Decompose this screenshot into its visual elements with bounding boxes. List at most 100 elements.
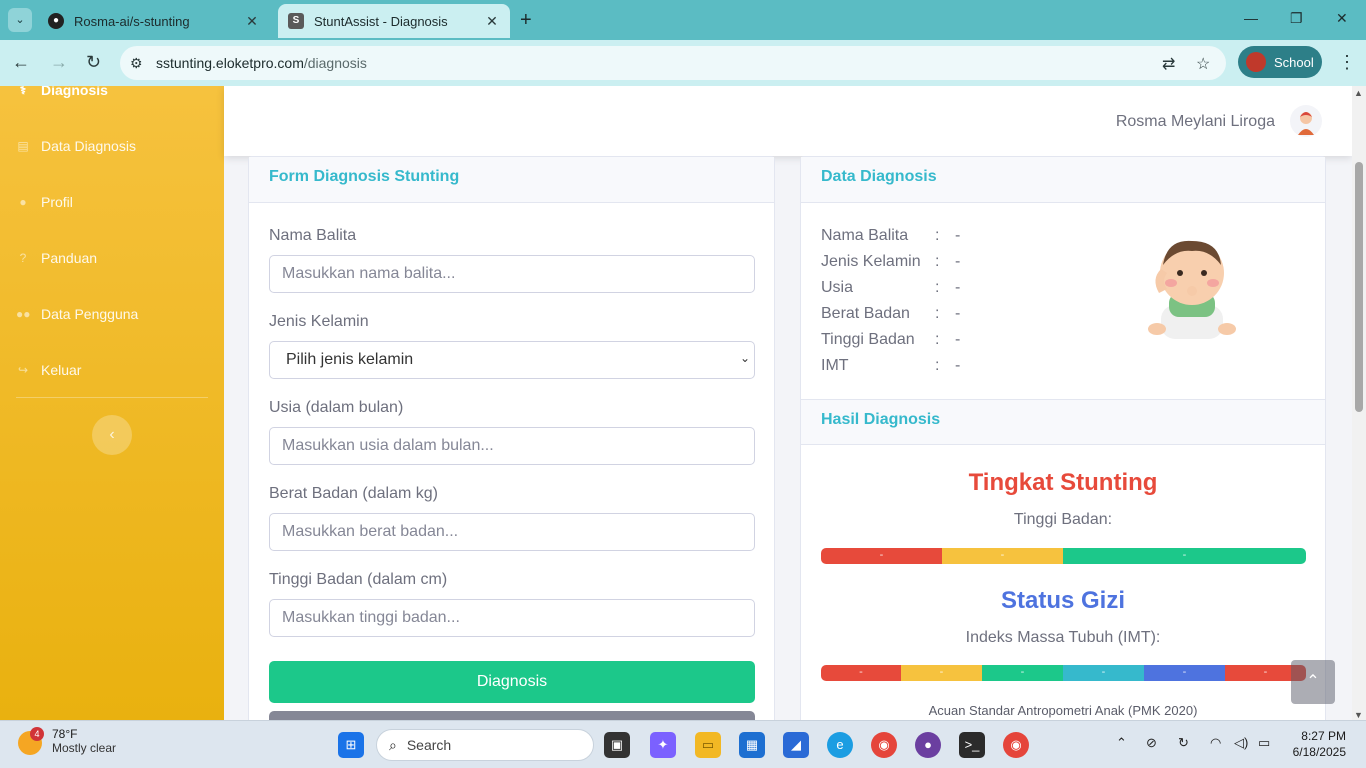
back-arrow-icon[interactable]: ← xyxy=(12,52,30,73)
topbar: Rosma Meylani Liroga xyxy=(224,86,1352,156)
field-label: Jenis Kelamin xyxy=(269,313,369,330)
task-view-icon[interactable]: ▣ xyxy=(604,732,630,758)
imt-result-label: Indeks Massa Tubuh (IMT): xyxy=(965,629,1161,646)
restore-icon[interactable]: ❐ xyxy=(1290,10,1303,27)
scroll-to-top-chevron-up-icon[interactable]: ⌃ xyxy=(1291,660,1335,704)
taskbar-search[interactable]: ⌕ Search xyxy=(376,729,594,761)
form-card-title: Form Diagnosis Stunting xyxy=(249,157,774,203)
sidebar-item-panduan[interactable]: ? Panduan xyxy=(16,246,97,270)
scroll-down-arrow-icon[interactable]: ▼ xyxy=(1354,710,1363,720)
sidebar: ⚕ Diagnosis ▤ Data Diagnosis ● Profil ? … xyxy=(0,86,224,720)
page-scrollbar[interactable]: ▲ ▼ xyxy=(1352,86,1366,720)
system-clock[interactable]: 8:27 PM 6/18/2025 xyxy=(1293,728,1346,760)
sidebar-item-data-pengguna[interactable]: ●● Data Pengguna xyxy=(16,302,138,326)
volume-icon[interactable]: ◁) xyxy=(1234,735,1248,751)
url-field[interactable]: ⚙ sstunting.eloketpro.com/diagnosis ⇄ ☆ xyxy=(120,46,1226,80)
info-sep: : xyxy=(935,227,940,244)
info-value: - xyxy=(955,253,961,270)
browser-tab-github[interactable]: ● Rosma-ai/s-stunting ✕ xyxy=(38,4,270,38)
browser-menu-icon[interactable]: ⋮ xyxy=(1338,52,1356,73)
user-avatar[interactable] xyxy=(1290,105,1322,137)
copilot-icon[interactable]: ✦ xyxy=(650,732,676,758)
windows-start-icon[interactable]: ⊞ xyxy=(338,732,364,758)
github-desktop-icon[interactable]: ● xyxy=(915,732,941,758)
forward-arrow-icon[interactable]: → xyxy=(50,52,68,73)
page-viewport: ⚕ Diagnosis ▤ Data Diagnosis ● Profil ? … xyxy=(0,86,1366,720)
sidebar-toggle-chevron-left-icon[interactable]: ‹ xyxy=(92,415,132,455)
user-name[interactable]: Rosma Meylani Liroga xyxy=(1116,113,1275,131)
site-info-icon[interactable]: ⚙ xyxy=(130,55,143,72)
sidebar-item-keluar[interactable]: ↪ Keluar xyxy=(16,358,82,382)
weather-moon-icon: 4 xyxy=(18,727,44,755)
gizi-bar-segment: - xyxy=(901,665,982,681)
sidebar-item-diagnosis[interactable]: ⚕ Diagnosis xyxy=(16,86,108,102)
github-icon: ● xyxy=(48,13,64,29)
question-icon: ? xyxy=(19,251,27,265)
stunting-bar-segment: - xyxy=(821,548,942,564)
file-explorer-icon[interactable]: ▭ xyxy=(695,732,721,758)
reload-icon[interactable]: ↻ xyxy=(86,52,101,73)
chevron-down-icon: ⌄ xyxy=(739,351,750,365)
weather-desc: Mostly clear xyxy=(52,741,117,755)
tingkat-stunting-title: Tingkat Stunting xyxy=(968,469,1158,496)
close-tab-icon[interactable]: ✕ xyxy=(484,13,500,30)
info-row: Tinggi Badan: - xyxy=(821,331,960,349)
sync-icon[interactable]: ↻ xyxy=(1178,735,1189,751)
sidebar-item-label: Diagnosis xyxy=(41,86,108,98)
sidebar-item-label: Profil xyxy=(41,194,73,210)
edge-browser-icon[interactable]: e xyxy=(827,732,853,758)
info-row: Jenis Kelamin: - xyxy=(821,253,960,271)
url-path: /diagnosis xyxy=(303,55,367,71)
minimize-icon[interactable]: — xyxy=(1244,10,1258,26)
info-key: Berat Badan xyxy=(821,305,910,322)
tab-title: Rosma-ai/s-stunting xyxy=(74,13,190,29)
tab-title: StuntAssist - Diagnosis xyxy=(314,13,448,29)
reset-button[interactable] xyxy=(269,711,755,720)
sidebar-item-profil[interactable]: ● Profil xyxy=(16,190,73,214)
scroll-up-arrow-icon[interactable]: ▲ xyxy=(1354,88,1363,98)
berat-badan-input[interactable]: Masukkan berat badan... xyxy=(269,513,755,551)
battery-icon[interactable]: ▭ xyxy=(1258,735,1270,751)
stunting-bar-segment: - xyxy=(1063,548,1306,564)
stunting-progress-bar: - - - xyxy=(821,548,1306,564)
diagnosis-button[interactable]: Diagnosis xyxy=(269,661,755,703)
translate-icon[interactable]: ⇄ xyxy=(1162,54,1175,74)
info-value: - xyxy=(955,305,961,322)
chrome-browser-icon[interactable]: ◉ xyxy=(871,732,897,758)
jenis-kelamin-select[interactable]: Pilih jenis kelamin ⌄ xyxy=(269,341,755,379)
network-status-icon[interactable]: ⊘ xyxy=(1146,735,1157,751)
bookmark-star-icon[interactable]: ☆ xyxy=(1196,54,1210,74)
chrome-profile-icon[interactable]: ◉ xyxy=(1003,732,1029,758)
close-window-icon[interactable]: ✕ xyxy=(1336,10,1348,27)
gizi-bar-segment: - xyxy=(982,665,1063,681)
baby-illustration xyxy=(1148,240,1236,347)
sidebar-item-data-diagnosis[interactable]: ▤ Data Diagnosis xyxy=(16,134,136,158)
notification-badge: 4 xyxy=(30,727,44,741)
tab-search-chevron-icon[interactable]: ⌄ xyxy=(8,8,32,32)
tray-chevron-up-icon[interactable]: ⌃ xyxy=(1116,735,1127,751)
users-icon: ●● xyxy=(16,307,31,321)
wifi-icon[interactable]: ◠ xyxy=(1210,735,1221,751)
profile-avatar-icon xyxy=(1246,52,1266,72)
field-label: Nama Balita xyxy=(269,227,357,244)
browser-tab-bar: ⌄ ● Rosma-ai/s-stunting ✕ S StuntAssist … xyxy=(0,0,1366,40)
info-sep: : xyxy=(935,279,940,296)
weather-widget[interactable]: 4 78°F Mostly clear xyxy=(18,727,116,755)
browser-tab-stuntassist[interactable]: S StuntAssist - Diagnosis ✕ xyxy=(278,4,510,38)
tinggi-badan-input[interactable]: Masukkan tinggi badan... xyxy=(269,599,755,637)
scrollbar-thumb[interactable] xyxy=(1355,162,1363,412)
info-sep: : xyxy=(935,357,940,374)
data-card-title: Data Diagnosis xyxy=(801,157,1325,203)
nama-balita-input[interactable]: Masukkan nama balita... xyxy=(269,255,755,293)
new-tab-plus-icon[interactable]: + xyxy=(520,10,532,30)
microsoft-store-icon[interactable]: ▦ xyxy=(739,732,765,758)
close-tab-icon[interactable]: ✕ xyxy=(244,13,260,30)
app-icon[interactable]: ◢ xyxy=(783,732,809,758)
user-avatar-icon xyxy=(1298,112,1314,135)
terminal-icon[interactable]: >_ xyxy=(959,732,985,758)
browser-address-bar: ← → ↻ ⚙ sstunting.eloketpro.com/diagnosi… xyxy=(0,40,1366,86)
sign-out-icon: ↪ xyxy=(17,363,29,377)
gizi-progress-bar: - - - - - - xyxy=(821,665,1306,681)
profile-button[interactable]: School xyxy=(1238,46,1322,78)
usia-input[interactable]: Masukkan usia dalam bulan... xyxy=(269,427,755,465)
